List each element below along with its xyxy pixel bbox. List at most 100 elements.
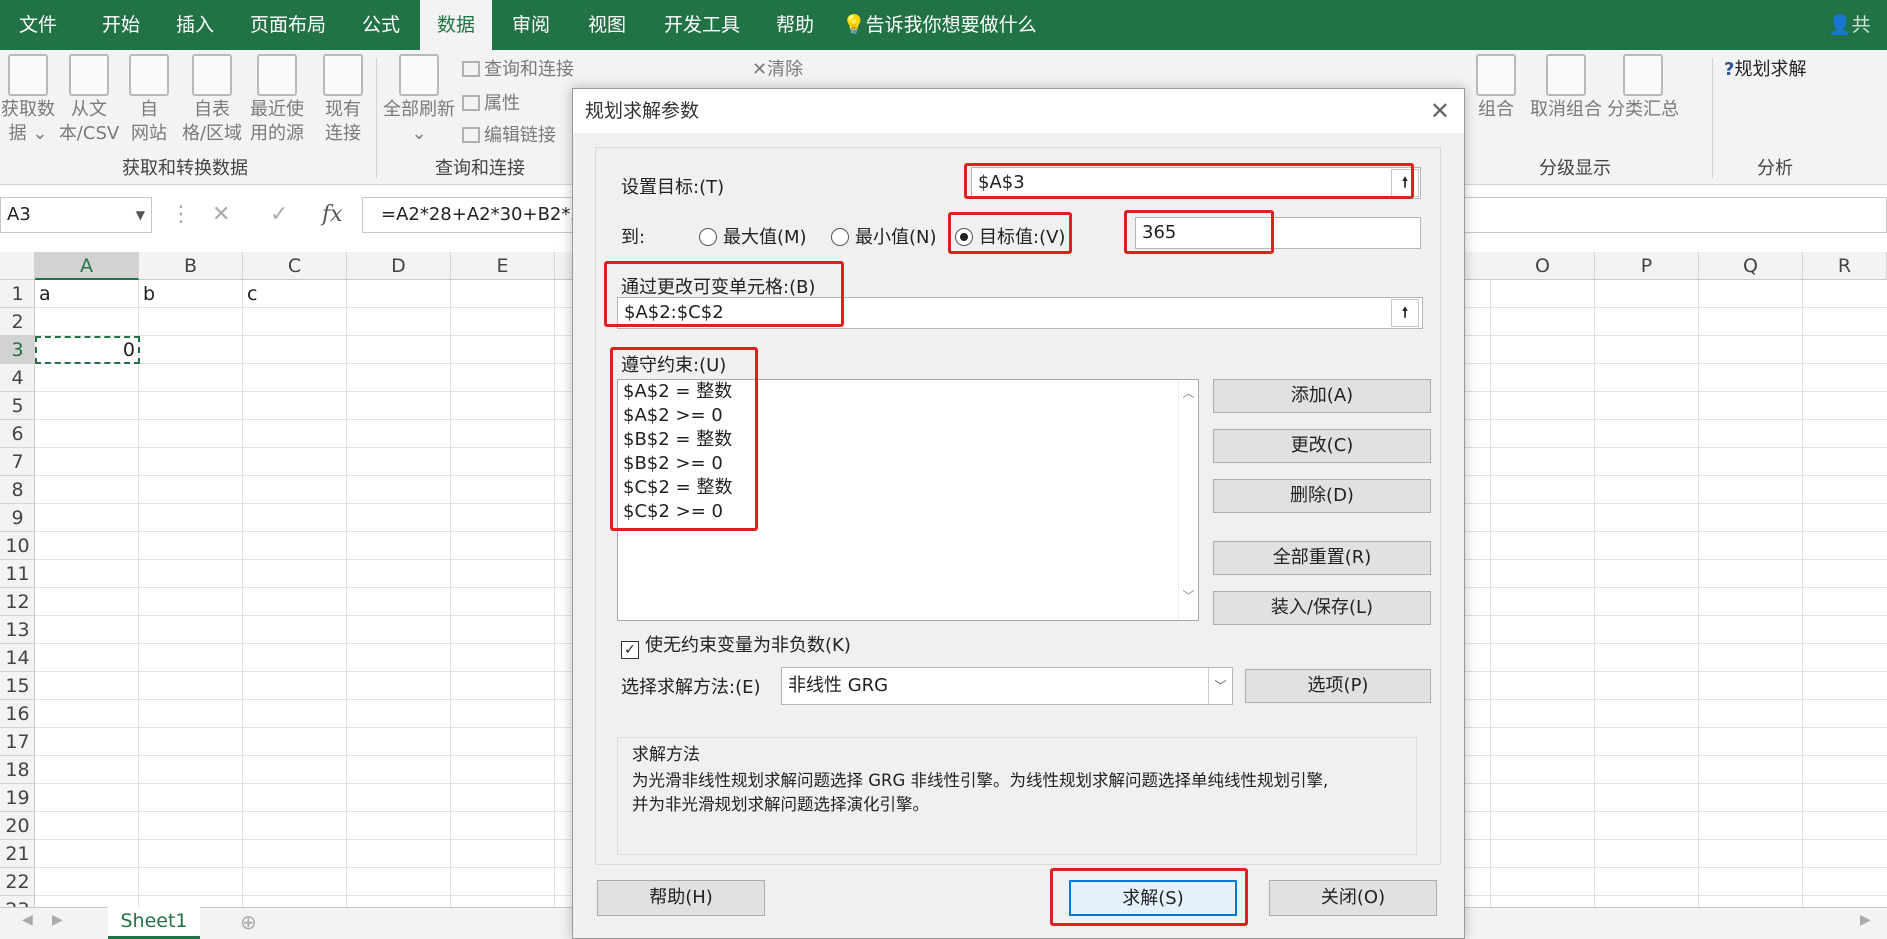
tab-review[interactable]: 审阅 [502,0,560,50]
row-header[interactable]: 7 [0,448,35,476]
method-select[interactable]: 非线性 GRG ﹀ [781,667,1233,705]
row-header[interactable]: 9 [0,504,35,532]
row-header[interactable]: 19 [0,784,35,812]
next-sheet-icon[interactable]: ▶ [52,912,63,928]
collapse-ref-icon[interactable]: 🠕 [1391,169,1419,197]
tab-file[interactable]: 文件 [12,0,64,50]
row-header[interactable]: 13 [0,616,35,644]
change-button[interactable]: 更改(C) [1213,429,1431,463]
tab-home[interactable]: 开始 [92,0,150,50]
recent-sources-button[interactable]: 最近使 用的源 [246,50,308,146]
options-button[interactable]: 选项(P) [1245,669,1431,703]
scrollbar[interactable]: ︿ ﹀ [1178,380,1198,620]
queries-connections-button[interactable]: 查询和连接 [462,56,574,84]
tab-data[interactable]: 数据 [420,0,492,50]
row-header[interactable]: 22 [0,868,35,896]
existing-connections-button[interactable]: 现有 连接 [318,50,368,146]
close-button[interactable]: 关闭(O) [1269,880,1437,916]
changing-cells-input[interactable]: $A$2:$C$2 [617,297,1423,329]
close-icon[interactable]: ✕ [1430,89,1450,133]
tab-developer[interactable]: 开发工具 [652,0,752,50]
row-header[interactable]: 15 [0,672,35,700]
radio-max[interactable]: 最大值(M) [699,223,807,249]
row-header[interactable]: 18 [0,756,35,784]
cell-c1[interactable]: c [243,280,261,308]
delete-button[interactable]: 删除(D) [1213,479,1431,513]
name-box[interactable]: A3 ▼ [0,197,152,233]
column-header[interactable]: Q [1699,252,1803,280]
chevron-down-icon[interactable]: ﹀ [1179,587,1198,604]
solver-button[interactable]: ?规划求解 [1724,56,1806,84]
properties-button[interactable]: 属性 [462,90,520,118]
column-header[interactable]: P [1595,252,1699,280]
get-data-button[interactable]: 获取数据 ⌄ [0,50,56,146]
reset-all-button[interactable]: 全部重置(R) [1213,541,1431,575]
list-item[interactable]: $B$2 >= 0 [623,452,723,476]
column-header[interactable]: R [1803,252,1887,280]
list-item[interactable]: $A$2 >= 0 [623,404,723,428]
column-header[interactable]: C [243,252,347,280]
tab-page-layout[interactable]: 页面布局 [240,0,336,50]
constraints-list[interactable]: $A$2 = 整数 $A$2 >= 0 $B$2 = 整数 $B$2 >= 0 … [617,379,1199,621]
column-header[interactable]: O [1491,252,1595,280]
row-header[interactable]: 21 [0,840,35,868]
chevron-down-icon[interactable]: ﹀ [1208,668,1232,704]
scroll-right-icon[interactable]: ▶ [1860,912,1871,928]
clear-filter-button[interactable]: ✕清除 [752,56,803,84]
list-item[interactable]: $B$2 = 整数 [623,428,732,452]
ungroup-button[interactable]: 取消组合 [1526,50,1606,122]
target-value-input[interactable]: 365 [1135,217,1421,249]
row-header[interactable]: 1 [0,280,35,308]
objective-input[interactable]: $A$3 [971,167,1421,199]
row-header[interactable]: 8 [0,476,35,504]
list-item[interactable]: $C$2 >= 0 [623,500,723,524]
sheet-tab[interactable]: Sheet1 [108,907,200,939]
row-header[interactable]: 6 [0,420,35,448]
row-header[interactable]: 20 [0,812,35,840]
column-header[interactable]: A [35,252,139,280]
from-web-button[interactable]: 自网站 [126,50,172,146]
radio-target-value[interactable]: 目标值:(V) [955,223,1065,249]
column-header[interactable]: E [451,252,555,280]
function-icon[interactable]: fx [322,197,343,233]
row-header[interactable]: 3 [0,336,35,364]
refresh-all-button[interactable]: 全部刷新 ⌄ [382,50,456,146]
tab-help[interactable]: 帮助 [766,0,824,50]
radio-min[interactable]: 最小值(N) [831,223,937,249]
row-header[interactable]: 5 [0,392,35,420]
column-header[interactable]: D [347,252,451,280]
list-item[interactable]: $C$2 = 整数 [623,476,732,500]
row-header[interactable]: 14 [0,644,35,672]
row-header[interactable]: 2 [0,308,35,336]
add-button[interactable]: 添加(A) [1213,379,1431,413]
select-all-corner[interactable] [0,252,35,280]
tell-me-box[interactable]: 💡告诉我你想要做什么 [842,0,1037,50]
row-header[interactable]: 17 [0,728,35,756]
row-header[interactable]: 10 [0,532,35,560]
edit-links-button[interactable]: 编辑链接 [462,122,556,150]
row-header[interactable]: 16 [0,700,35,728]
row-header[interactable]: 11 [0,560,35,588]
nonnegative-checkbox[interactable]: ✓ 使无约束变量为非负数(K) [621,631,851,659]
from-csv-button[interactable]: 从文 本/CSV [58,50,120,146]
enter-icon[interactable]: ✓ [270,197,288,233]
solve-button[interactable]: 求解(S) [1069,880,1237,916]
chevron-up-icon[interactable]: ︿ [1179,384,1198,401]
add-sheet-icon[interactable]: ⊕ [240,910,257,934]
cell-a1[interactable]: a [35,280,55,308]
help-button[interactable]: 帮助(H) [597,880,765,916]
tab-insert[interactable]: 插入 [166,0,224,50]
list-item[interactable]: $A$2 = 整数 [623,380,732,404]
tab-formulas[interactable]: 公式 [352,0,410,50]
column-header[interactable]: B [139,252,243,280]
share-button[interactable]: 👤共享 [1828,0,1887,86]
row-header[interactable]: 4 [0,364,35,392]
subtotal-button[interactable]: 分类汇总 [1604,50,1682,122]
tab-view[interactable]: 视图 [578,0,636,50]
row-header[interactable]: 12 [0,588,35,616]
group-button[interactable]: 组合 [1466,50,1526,122]
cancel-icon[interactable]: ✕ [212,197,230,233]
from-table-button[interactable]: 自表 格/区域 [178,50,246,146]
cell-b1[interactable]: b [139,280,159,308]
prev-sheet-icon[interactable]: ◀ [22,912,33,928]
